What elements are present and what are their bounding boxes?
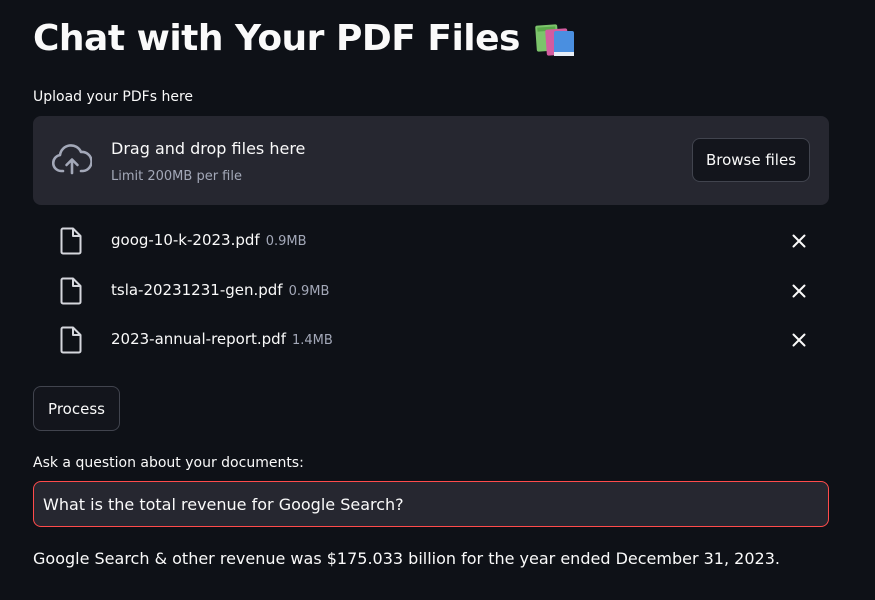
question-input[interactable] xyxy=(33,481,829,527)
app-page: Chat with Your PDF Files Upload your PDF… xyxy=(0,0,875,600)
remove-file-button[interactable] xyxy=(787,229,811,253)
page-title-text: Chat with Your PDF Files xyxy=(33,18,520,59)
books-icon xyxy=(534,21,576,57)
file-name: 2023-annual-report.pdf 1.4MB xyxy=(111,330,333,348)
file-size: 0.9MB xyxy=(265,234,307,249)
close-icon xyxy=(792,234,806,248)
answer-text: Google Search & other revenue was $175.0… xyxy=(33,549,780,568)
file-size: 1.4MB xyxy=(291,333,333,348)
process-button[interactable]: Process xyxy=(33,386,120,431)
file-name-text: tsla-20231231-gen.pdf xyxy=(111,281,283,299)
browse-files-button[interactable]: Browse files xyxy=(692,138,810,182)
dropzone-instructions: Drag and drop files here xyxy=(111,139,306,158)
file-dropzone[interactable]: Drag and drop files here Limit 200MB per… xyxy=(33,116,829,205)
remove-file-button[interactable] xyxy=(787,328,811,352)
file-name-text: goog-10-k-2023.pdf xyxy=(111,231,260,249)
file-size: 0.9MB xyxy=(288,284,330,299)
file-name: tsla-20231231-gen.pdf 0.9MB xyxy=(111,281,329,299)
file-icon xyxy=(60,277,82,305)
file-name-text: 2023-annual-report.pdf xyxy=(111,330,286,348)
uploaded-file-row: tsla-20231231-gen.pdf 0.9MB xyxy=(33,271,829,311)
close-icon xyxy=(792,284,806,298)
upload-label: Upload your PDFs here xyxy=(33,89,194,105)
uploaded-file-row: goog-10-k-2023.pdf 0.9MB xyxy=(33,221,829,261)
file-icon xyxy=(60,227,82,255)
remove-file-button[interactable] xyxy=(787,279,811,303)
uploaded-file-row: 2023-annual-report.pdf 1.4MB xyxy=(33,320,829,360)
page-title: Chat with Your PDF Files xyxy=(33,18,576,59)
question-label: Ask a question about your documents: xyxy=(33,455,304,471)
dropzone-limit: Limit 200MB per file xyxy=(111,169,242,184)
file-icon xyxy=(60,326,82,354)
cloud-upload-icon xyxy=(51,143,93,177)
file-name: goog-10-k-2023.pdf 0.9MB xyxy=(111,231,307,249)
close-icon xyxy=(792,333,806,347)
